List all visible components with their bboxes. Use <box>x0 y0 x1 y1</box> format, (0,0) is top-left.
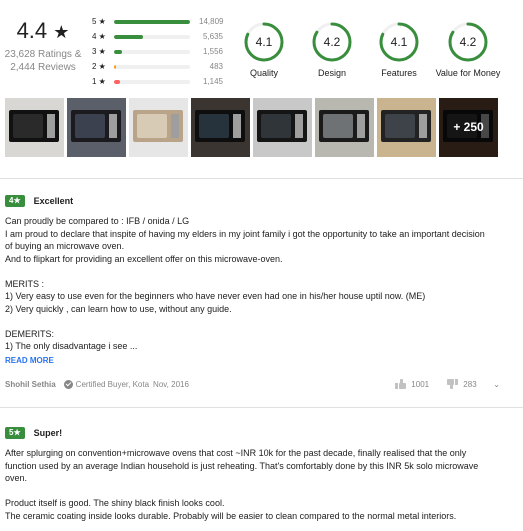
rating-bar-count: 1,145 <box>202 77 223 86</box>
review-photo-thumbnail[interactable] <box>129 98 188 157</box>
review-photo-thumbnail[interactable] <box>5 98 64 157</box>
review-text-line: oven. <box>5 473 28 483</box>
rating-bar-row: 2 ★ 483 <box>92 59 228 74</box>
review-photo-thumbnail[interactable] <box>191 98 250 157</box>
rating-distribution: 5 ★ 14,809 4 ★ 5,635 3 ★ 1,556 2 ★ 483 1 ★ 1,145 <box>92 14 228 89</box>
rating-bar-label: 4 ★ <box>92 32 106 41</box>
review-blank-line <box>5 265 510 278</box>
review-meta: Shohil Sethia Certified Buyer, Kota Nov,… <box>5 377 510 391</box>
rating-bar-label: 2 ★ <box>92 62 106 71</box>
rating-bar-label: 1 ★ <box>92 77 106 86</box>
rating-bar-count: 5,635 <box>202 32 223 41</box>
aspect-score: 4.2 <box>323 35 341 49</box>
review-text-line: of buying an microwave oven. <box>5 241 125 251</box>
review-header: 4★ Excellent <box>5 194 510 208</box>
review-header: 5★ Super! <box>5 426 510 440</box>
more-photos-label[interactable]: + 250 <box>439 98 498 157</box>
rating-bar-fill <box>114 79 120 84</box>
star-icon: ★ <box>53 22 70 42</box>
upvote-count: 1001 <box>411 379 430 389</box>
aspect-label: Features <box>381 68 417 78</box>
rating-bar-row: 1 ★ 1,145 <box>92 74 228 89</box>
rating-bar-fill <box>114 34 143 39</box>
aspect-rating-ring: 4.1 <box>379 22 419 62</box>
rating-bar-track <box>114 49 190 54</box>
review-rating-badge: 5★ <box>5 427 25 439</box>
review-votes: 1001 283 ⌄ <box>395 377 500 391</box>
review-text-line: 2) Very quickly , can learn how to use, … <box>5 303 232 314</box>
downvote-count: 283 <box>463 379 477 389</box>
rating-bar-row: 5 ★ 14,809 <box>92 14 228 29</box>
review-photo-thumbnail[interactable]: + 250 <box>439 98 498 157</box>
overall-score: 4.4 ★ <box>0 18 86 45</box>
review-blank-line <box>5 315 510 328</box>
rating-bar-fill <box>114 64 117 69</box>
ratings-count: 23,628 Ratings & <box>4 49 82 60</box>
rating-bar-count: 483 <box>209 62 223 71</box>
rating-bar-count: 14,809 <box>199 17 224 26</box>
review-photo-thumbnail[interactable] <box>253 98 312 157</box>
overall-score-value: 4.4 <box>16 18 48 43</box>
rating-bar-row: 4 ★ 5,635 <box>92 29 228 44</box>
review-body: Can proudly be compared to : IFB / onida… <box>5 215 510 353</box>
read-more-link[interactable]: READ MORE <box>5 355 510 368</box>
aspect-score: 4.1 <box>390 35 408 49</box>
review-date: Nov, 2016 <box>153 379 189 389</box>
review-text-line: Can proudly be compared to : IFB / onida… <box>5 216 190 226</box>
review-blank-line <box>5 485 510 498</box>
review-text-line: function used by an average Indian house… <box>5 460 479 471</box>
reviews-count: 2,444 Reviews <box>10 62 76 73</box>
review-text-line: After splurging on convention+microwave … <box>5 448 467 458</box>
review-text-line: 1) The only disadvantage i see ... <box>5 341 138 351</box>
review-photo-thumbnail[interactable] <box>315 98 374 157</box>
certified-buyer-label: Certified Buyer, Kota <box>75 379 150 389</box>
aspect-rating-ring: 4.2 <box>312 22 352 62</box>
rating-bar-label: 5 ★ <box>92 17 106 26</box>
rating-bar-fill <box>114 49 122 54</box>
rating-bar-track <box>114 64 190 69</box>
review-body: After splurging on convention+microwave … <box>5 447 510 522</box>
aspect-label: Value for Money <box>435 68 501 78</box>
divider <box>0 407 523 408</box>
certified-check-icon <box>63 379 73 389</box>
rating-bar-fill <box>114 19 190 24</box>
review-photo-thumbnail[interactable] <box>377 98 436 157</box>
aspect-score: 4.2 <box>459 35 477 49</box>
rating-bar-track <box>114 79 190 84</box>
review-text-line: DEMERITS: <box>5 328 55 339</box>
rating-bar-count: 1,556 <box>202 47 223 56</box>
overall-rating: 4.4 ★ 23,628 Ratings & 2,444 Reviews <box>0 18 86 74</box>
review-photo-thumbnail[interactable] <box>67 98 126 157</box>
review-text-line: MERITS : <box>5 278 45 289</box>
review-text-line: I am proud to declare that inspite of ha… <box>5 228 485 239</box>
review-text-line: And to flipkart for providing an excelle… <box>5 253 283 264</box>
aspect-rating-ring: 4.2 <box>448 22 488 62</box>
review-photos: + 250 <box>5 98 520 158</box>
review-card: 4★ Excellent Can proudly be compared to … <box>5 194 510 367</box>
review-text-line: 1) Very easy to use even for the beginne… <box>5 291 426 301</box>
rating-bar-track <box>114 34 190 39</box>
review-rating-badge: 4★ <box>5 195 25 207</box>
thumbs-up-icon[interactable] <box>395 379 407 389</box>
review-title: Excellent <box>33 195 74 206</box>
aspect-value-for-money: 4.2 Value for Money <box>428 22 508 78</box>
aspect-score: 4.1 <box>255 35 273 49</box>
review-title: Super! <box>33 427 63 438</box>
aspect-rating-ring: 4.1 <box>244 22 284 62</box>
rating-bar-row: 3 ★ 1,556 <box>92 44 228 59</box>
review-author: Shohil Sethia <box>5 379 56 389</box>
rating-summary: 4.4 ★ 23,628 Ratings & 2,444 Reviews 5 ★… <box>0 0 523 95</box>
aspect-features: 4.1 Features <box>359 22 439 78</box>
rating-bar-track <box>114 19 190 24</box>
divider <box>0 178 523 179</box>
review-text-line: The ceramic coating inside looks durable… <box>5 510 457 521</box>
thumbs-down-icon[interactable] <box>447 379 459 389</box>
review-card: 5★ Super! After splurging on convention+… <box>5 426 510 522</box>
chevron-down-icon[interactable]: ⌄ <box>493 380 500 389</box>
rating-bar-label: 3 ★ <box>92 47 106 56</box>
review-text-line: Product itself is good. The shiny black … <box>5 498 225 508</box>
